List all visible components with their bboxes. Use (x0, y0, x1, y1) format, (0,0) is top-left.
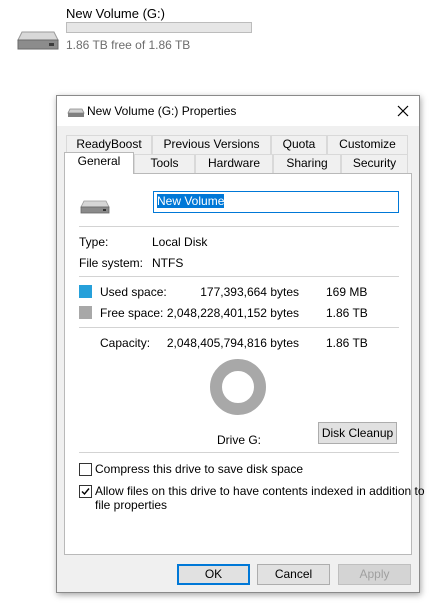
file-system-label: File system: (79, 256, 144, 270)
space-donut-chart (208, 357, 268, 417)
title-bar[interactable]: New Volume (G:) Properties (57, 96, 419, 126)
disk-cleanup-button[interactable]: Disk Cleanup (318, 422, 397, 444)
free-space-swatch (79, 306, 92, 319)
drive-large-icon (79, 196, 111, 216)
drive-name[interactable]: New Volume (G:) (66, 6, 165, 21)
close-icon (397, 105, 409, 117)
volume-name-input[interactable]: New Volume (153, 191, 399, 213)
free-space-arc (210, 359, 266, 415)
volume-name-text: New Volume (157, 194, 225, 208)
index-label-line1[interactable]: Allow files on this drive to have conten… (95, 484, 425, 498)
drive-letter-label: Drive G: (217, 433, 262, 447)
drive-title-icon (67, 107, 85, 119)
checkmark-icon (81, 488, 90, 496)
file-system-value: NTFS (152, 256, 184, 270)
compress-label[interactable]: Compress this drive to save disk space (95, 462, 303, 476)
tab-quota[interactable]: Quota (271, 135, 327, 154)
ok-button[interactable]: OK (177, 564, 250, 585)
type-value: Local Disk (152, 235, 208, 249)
free-space-bytes: 2,048,228,401,152 bytes (166, 306, 299, 320)
close-button[interactable] (391, 100, 415, 122)
tab-tools[interactable]: Tools (134, 154, 195, 173)
used-space-bytes: 177,393,664 bytes (200, 285, 299, 299)
index-checkbox[interactable] (79, 485, 92, 498)
capacity-size: 1.86 TB (326, 336, 368, 350)
type-label: Type: (79, 235, 109, 249)
compress-checkbox[interactable] (79, 463, 92, 476)
drive-free-text: 1.86 TB free of 1.86 TB (66, 38, 191, 52)
tab-customize[interactable]: Customize (327, 135, 408, 154)
free-space-size: 1.86 TB (326, 306, 368, 320)
tab-hardware[interactable]: Hardware (195, 154, 273, 173)
used-space-label: Used space: (100, 285, 167, 299)
divider (79, 452, 399, 453)
general-tab-page: New Volume Type: Local Disk File system:… (64, 173, 425, 555)
capacity-bytes: 2,048,405,794,816 bytes (166, 336, 299, 350)
tab-sharing[interactable]: Sharing (273, 154, 341, 173)
divider (79, 327, 399, 328)
used-space-size: 169 MB (326, 285, 368, 299)
drive-usage-bar (66, 22, 252, 33)
tab-security[interactable]: Security (341, 154, 408, 173)
capacity-label: Capacity: (100, 336, 151, 350)
drive-icon[interactable] (16, 24, 60, 52)
used-space-swatch (79, 285, 92, 298)
divider (79, 276, 399, 277)
tab-previous-versions[interactable]: Previous Versions (152, 135, 271, 154)
properties-dialog: New Volume (G:) Properties ReadyBoost Pr… (56, 95, 425, 593)
apply-button[interactable]: Apply (338, 564, 411, 585)
divider (79, 226, 399, 227)
dialog-title: New Volume (G:) Properties (87, 104, 237, 118)
tab-general[interactable]: General (64, 152, 134, 174)
cancel-button[interactable]: Cancel (257, 564, 330, 585)
index-label-line2[interactable]: file properties (95, 498, 167, 512)
